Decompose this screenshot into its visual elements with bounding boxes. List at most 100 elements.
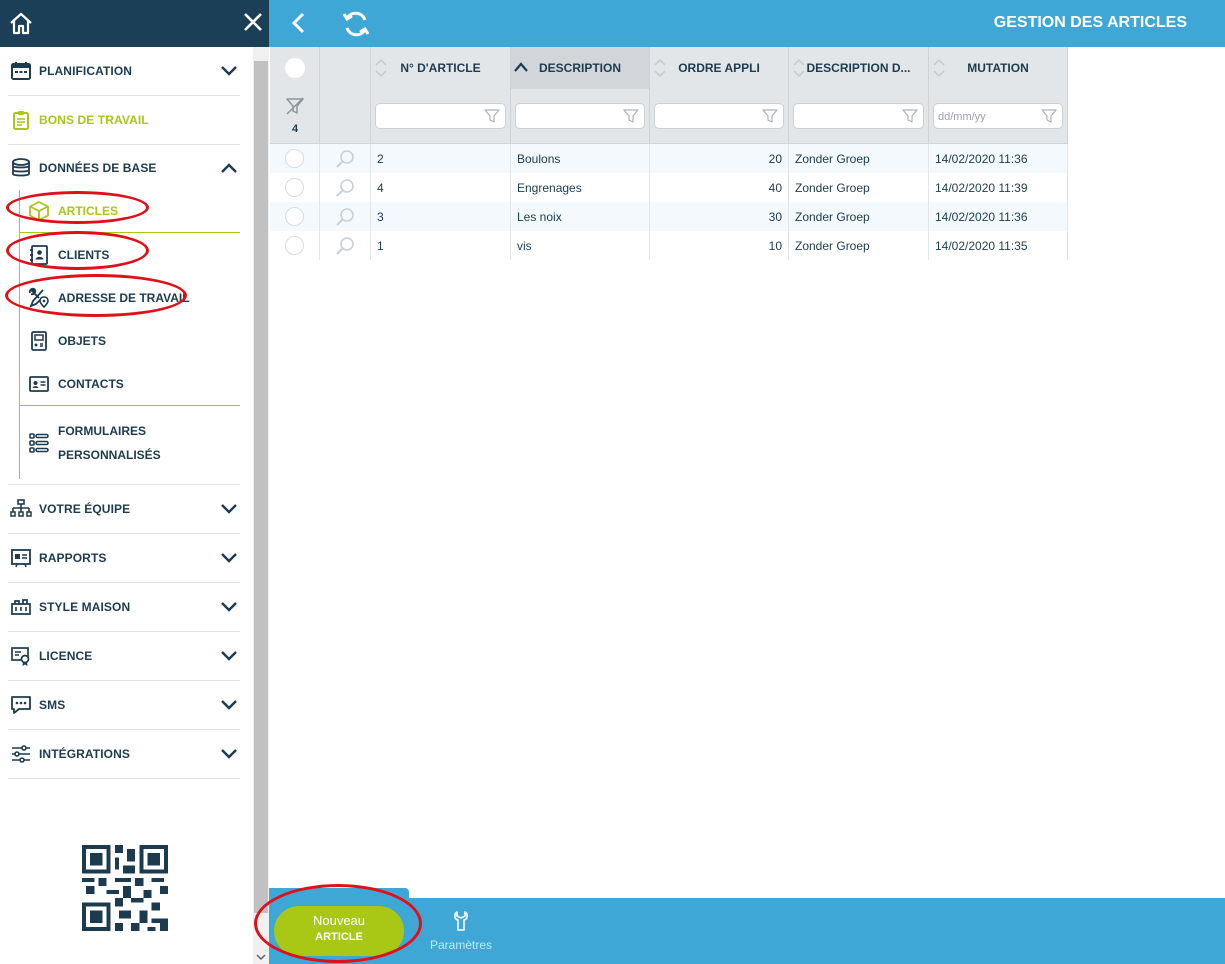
sort-icon[interactable] — [932, 57, 946, 79]
tools-location-icon — [28, 287, 49, 308]
submenu-donnees-de-base: ARTICLES CLIENTS ADRESSE DE TRAVAIL OBJE… — [19, 190, 240, 479]
filter-input-description-groupe[interactable] — [793, 103, 924, 129]
chevron-down-icon[interactable] — [220, 601, 238, 613]
column-label: DESCRIPTION — [538, 61, 621, 75]
device-icon — [31, 330, 47, 351]
cell-description: vis — [511, 231, 650, 260]
chevron-down-icon[interactable] — [220, 650, 238, 662]
filter-input-description[interactable] — [515, 103, 645, 129]
bottom-toolbar — [269, 888, 1225, 964]
contact-card-icon — [29, 375, 49, 392]
sidebar-item-label: LICENCE — [39, 649, 93, 663]
filter-icon[interactable] — [762, 108, 778, 124]
filter-input-numero[interactable] — [375, 103, 506, 129]
sidebar-item-label: OBJETS — [58, 333, 107, 348]
sidebar: PLANIFICATION BONS DE TRAVAIL DONNÉES DE… — [0, 0, 269, 964]
cell-groupe: Zonder Groep — [789, 231, 929, 260]
cell-ordre: 40 — [650, 173, 789, 202]
filter-icon[interactable] — [902, 108, 918, 124]
org-chart-icon — [10, 499, 32, 517]
database-icon — [12, 157, 30, 176]
sidebar-item-articles[interactable]: ARTICLES — [20, 190, 240, 233]
form-list-icon — [29, 432, 49, 453]
sidebar-item-clients[interactable]: CLIENTS — [20, 233, 240, 276]
cell-description: Engrenages — [511, 173, 650, 202]
column-header-description[interactable]: DESCRIPTION — [511, 47, 650, 89]
chevron-down-icon[interactable] — [220, 699, 238, 711]
close-icon[interactable] — [240, 9, 266, 35]
column-header-ordre-appli[interactable]: ORDRE APPLI — [650, 47, 789, 89]
chevron-down-icon[interactable] — [220, 748, 238, 760]
cell-mutation: 14/02/2020 11:39 — [929, 173, 1068, 202]
magnifier-icon[interactable] — [334, 206, 356, 228]
sort-icon[interactable] — [792, 57, 806, 79]
select-all-cell[interactable] — [270, 47, 320, 89]
cell-ordre: 10 — [650, 231, 789, 260]
sidebar-item-contacts[interactable]: CONTACTS — [20, 362, 240, 405]
sidebar-item-sms[interactable]: SMS — [8, 681, 240, 730]
filter-icon[interactable] — [623, 108, 639, 124]
row-select-radio[interactable] — [285, 178, 304, 197]
sidebar-item-integrations[interactable]: INTÉGRATIONS — [8, 730, 240, 779]
column-header-numero[interactable]: N° D'ARTICLE — [371, 47, 511, 89]
sidebar-item-rapports[interactable]: RAPPORTS — [8, 534, 240, 583]
new-article-button[interactable]: Nouveau ARTICLE — [274, 906, 404, 956]
table-row[interactable]: 1 vis 10 Zonder Groep 14/02/2020 11:35 — [270, 231, 1068, 260]
row-select-radio[interactable] — [285, 207, 304, 226]
filter-input-mutation[interactable]: dd/mm/yy — [933, 103, 1063, 129]
magnifier-icon[interactable] — [334, 235, 356, 257]
sidebar-item-objets[interactable]: OBJETS — [20, 319, 240, 362]
scrollbar-thumb[interactable] — [254, 61, 268, 913]
sidebar-scrollbar[interactable] — [253, 47, 269, 964]
row-select-radio[interactable] — [285, 236, 304, 255]
filter-icon[interactable] — [484, 108, 500, 124]
sidebar-item-label: DONNÉES DE BASE — [39, 160, 157, 175]
scroll-down-icon[interactable] — [256, 952, 266, 962]
column-header-mutation[interactable]: MUTATION — [929, 47, 1068, 89]
select-all-radio[interactable] — [284, 58, 305, 78]
clear-filter-icon[interactable] — [284, 95, 306, 117]
cell-ordre: 30 — [650, 202, 789, 231]
sidebar-item-planification[interactable]: PLANIFICATION — [8, 47, 240, 96]
home-icon[interactable] — [8, 10, 34, 36]
chevron-down-icon[interactable] — [220, 503, 238, 515]
filter-icon[interactable] — [1041, 108, 1057, 124]
cell-ordre: 20 — [650, 144, 789, 173]
sidebar-item-bons-de-travail[interactable]: BONS DE TRAVAIL — [8, 96, 240, 145]
refresh-icon[interactable] — [341, 9, 371, 39]
sidebar-item-donnees-de-base[interactable]: DONNÉES DE BASE — [8, 145, 240, 190]
sort-icon[interactable] — [374, 57, 388, 79]
chevron-down-icon[interactable] — [220, 552, 238, 564]
column-label: N° D'ARTICLE — [400, 61, 481, 75]
sort-icon[interactable] — [653, 57, 667, 79]
sidebar-item-formulaires-personnalises[interactable]: FORMULAIRES PERSONNALISÉS — [20, 405, 240, 479]
button-label: Nouveau — [312, 913, 366, 928]
sidebar-item-licence[interactable]: LICENCE — [8, 632, 240, 681]
sidebar-item-label: FORMULAIRES PERSONNALISÉS — [58, 423, 161, 462]
magnifier-icon[interactable] — [334, 177, 356, 199]
filter-input-ordre-appli[interactable] — [654, 103, 784, 129]
sidebar-item-label: PLANIFICATION — [39, 64, 133, 78]
date-placeholder: dd/mm/yy — [938, 111, 986, 123]
table-row[interactable]: 2 Boulons 20 Zonder Groep 14/02/2020 11:… — [270, 144, 1068, 173]
row-select-radio[interactable] — [285, 149, 304, 168]
filter-row: 4 dd/mm/yy — [270, 89, 1068, 144]
page-title: GESTION DES ARTICLES — [993, 14, 1187, 31]
chevron-down-icon[interactable] — [220, 65, 238, 77]
chevron-up-icon[interactable] — [220, 162, 238, 174]
column-header-description-groupe[interactable]: DESCRIPTION D... — [789, 47, 929, 89]
license-icon — [11, 647, 30, 666]
magnifier-icon[interactable] — [334, 148, 356, 170]
cell-groupe: Zonder Groep — [789, 144, 929, 173]
back-arrow-icon[interactable] — [289, 11, 307, 35]
parametres-button[interactable]: Paramètres — [424, 910, 498, 952]
sidebar-item-label: SMS — [39, 698, 66, 712]
qr-code — [82, 845, 168, 931]
sidebar-item-votre-equipe[interactable]: VOTRE ÉQUIPE — [8, 485, 240, 534]
table-row[interactable]: 3 Les noix 30 Zonder Groep 14/02/2020 11… — [270, 202, 1068, 231]
table-row[interactable]: 4 Engrenages 40 Zonder Groep 14/02/2020 … — [270, 173, 1068, 202]
sidebar-item-style-maison[interactable]: STYLE MAISON — [8, 583, 240, 632]
filter-clear-cell[interactable]: 4 — [270, 89, 320, 143]
sidebar-item-adresse-de-travail[interactable]: ADRESSE DE TRAVAIL — [20, 276, 240, 319]
sort-asc-icon[interactable] — [514, 57, 528, 79]
